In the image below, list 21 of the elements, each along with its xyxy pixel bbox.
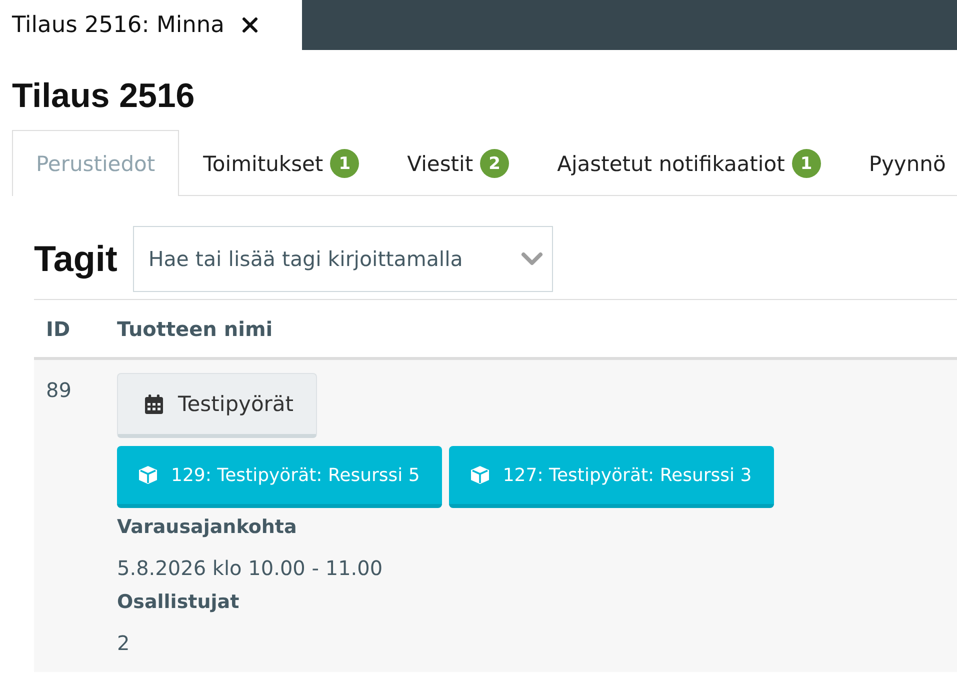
cube-icon	[470, 465, 490, 485]
detail-value: 5.8.2026 klo 10.00 - 11.00	[117, 555, 384, 581]
tab[interactable]: Ajastetut notifikaatiot 1	[533, 130, 845, 196]
page-title: Tilaus 2516	[12, 78, 196, 114]
count-badge: 1	[330, 149, 360, 178]
tag-select[interactable]: Hae tai lisää tagi kirjoittamalla	[133, 226, 554, 292]
count-badge: 1	[792, 149, 821, 178]
calendar-icon	[144, 394, 164, 414]
detail-value: 2	[117, 630, 131, 656]
detail-label: Varausajankohta	[117, 515, 298, 540]
section-label: Tagit	[34, 238, 118, 280]
tab[interactable]: Toimitukset 1	[179, 130, 384, 196]
count-badge: 2	[480, 149, 510, 178]
tab[interactable]: Pyynnö	[844, 130, 957, 196]
cube-icon	[138, 465, 158, 485]
chevron-down-icon[interactable]	[521, 252, 544, 266]
detail-label: Osallistujat	[117, 590, 240, 615]
table-cell: 89	[34, 358, 105, 672]
product-button[interactable]: Testipyörät	[117, 373, 317, 438]
close-icon[interactable]	[242, 17, 258, 33]
tab[interactable]: Viestit 2	[383, 130, 534, 196]
